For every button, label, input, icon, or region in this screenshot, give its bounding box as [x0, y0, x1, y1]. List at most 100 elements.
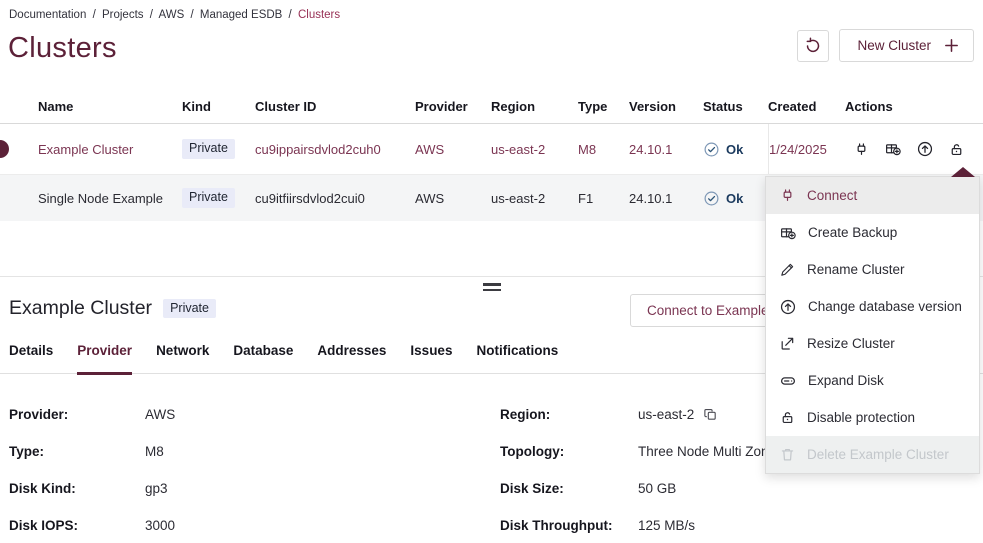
column-header-kind: Kind: [182, 89, 255, 123]
backup-box-icon: [779, 224, 797, 242]
column-header-cluster-id: Cluster ID: [255, 89, 415, 123]
type-value: F1: [578, 175, 629, 221]
table-row[interactable]: Example Cluster Private cu9ippairsdvlod2…: [0, 124, 983, 175]
column-header-actions: Actions: [845, 89, 983, 123]
menu-item-label: Delete Example Cluster: [807, 447, 949, 462]
kind-badge: Private: [182, 139, 235, 159]
unlock-icon: [779, 409, 796, 426]
menu-item-label: Expand Disk: [808, 373, 884, 388]
cluster-name-link[interactable]: Single Node Example: [38, 175, 182, 221]
provider-value: AWS: [415, 124, 491, 174]
breadcrumb-separator: /: [289, 9, 292, 21]
menu-item-change-database-version[interactable]: Change database version: [766, 288, 979, 325]
tab-details[interactable]: Details: [9, 343, 53, 373]
field-label-provider: Provider:: [9, 402, 145, 426]
field-value-provider: AWS: [145, 402, 500, 426]
menu-item-rename-cluster[interactable]: Rename Cluster: [766, 251, 979, 288]
field-value-type: M8: [145, 439, 500, 463]
field-value-region: us-east-2: [638, 407, 694, 422]
field-label-type: Type:: [9, 439, 145, 463]
clusters-page: Documentation / Projects / AWS / Managed…: [0, 0, 983, 543]
cluster-name-link[interactable]: Example Cluster: [38, 124, 182, 174]
kebab-menu-icon[interactable]: [979, 141, 983, 157]
tab-issues[interactable]: Issues: [410, 343, 452, 373]
arrow-up-circle-icon: [779, 298, 797, 316]
field-label-disk-size: Disk Size:: [500, 476, 638, 500]
copy-icon[interactable]: [703, 407, 718, 422]
new-cluster-label: New Cluster: [857, 38, 931, 53]
field-value-disk-size: 50 GB: [638, 476, 983, 500]
field-value-disk-kind: gp3: [145, 476, 500, 500]
breadcrumb-item[interactable]: AWS: [158, 9, 184, 21]
refresh-icon: [804, 37, 822, 55]
tab-notifications[interactable]: Notifications: [476, 343, 558, 373]
status-badge: Ok: [726, 142, 743, 157]
status-ok-icon: [703, 190, 720, 207]
connect-plug-icon[interactable]: [853, 141, 870, 158]
menu-item-label: Disable protection: [807, 410, 915, 425]
breadcrumb-item[interactable]: Managed ESDB: [200, 9, 282, 21]
create-backup-icon[interactable]: [884, 140, 902, 158]
menu-item-delete-cluster: Delete Example Cluster: [766, 436, 979, 473]
field-value-disk-iops: 3000: [145, 513, 500, 537]
new-cluster-button[interactable]: New Cluster: [839, 29, 974, 62]
status-ok-icon: [703, 141, 720, 158]
table-header-row: Name Kind Cluster ID Provider Region Typ…: [0, 89, 983, 124]
trash-icon: [779, 446, 796, 463]
menu-item-label: Resize Cluster: [807, 336, 895, 351]
menu-item-connect[interactable]: Connect: [766, 177, 979, 214]
field-value-disk-throughput: 125 MB/s: [638, 513, 983, 537]
breadcrumb-item[interactable]: Projects: [102, 9, 144, 21]
menu-item-resize-cluster[interactable]: Resize Cluster: [766, 325, 979, 362]
change-version-icon[interactable]: [916, 140, 934, 158]
menu-item-label: Rename Cluster: [807, 262, 905, 277]
column-header-status: Status: [703, 89, 768, 123]
column-header-name: Name: [38, 89, 182, 123]
plug-icon: [779, 187, 796, 204]
cluster-id: cu9itfiirsdvlod2cui0: [255, 175, 415, 221]
region-value: us-east-2: [491, 175, 578, 221]
field-label-disk-kind: Disk Kind:: [9, 476, 145, 500]
breadcrumb: Documentation / Projects / AWS / Managed…: [0, 0, 983, 21]
tab-provider[interactable]: Provider: [77, 343, 132, 373]
column-header-region: Region: [491, 89, 578, 123]
type-value: M8: [578, 124, 629, 174]
breadcrumb-item[interactable]: Documentation: [9, 9, 86, 21]
menu-item-expand-disk[interactable]: Expand Disk: [766, 362, 979, 399]
status-badge: Ok: [726, 191, 743, 206]
breadcrumb-separator: /: [150, 9, 153, 21]
menu-item-label: Create Backup: [808, 225, 897, 240]
field-label-topology: Topology:: [500, 439, 638, 463]
refresh-button[interactable]: [797, 30, 829, 62]
detail-panel-title: Example Cluster: [9, 297, 152, 320]
menu-item-label: Connect: [807, 188, 857, 203]
tab-database[interactable]: Database: [233, 343, 293, 373]
version-value: 24.10.1: [629, 124, 703, 174]
version-value: 24.10.1: [629, 175, 703, 221]
breadcrumb-item-current[interactable]: Clusters: [298, 9, 340, 21]
row-actions-context-menu: Connect Create Backup Rename Cluster Cha…: [765, 176, 980, 474]
plus-icon: [943, 37, 960, 54]
breadcrumb-separator: /: [190, 9, 193, 21]
field-label-region: Region:: [500, 402, 638, 426]
column-header-version: Version: [629, 89, 703, 123]
disk-icon: [779, 372, 797, 390]
region-value: us-east-2: [491, 124, 578, 174]
menu-pointer-arrow: [951, 167, 975, 177]
tab-addresses[interactable]: Addresses: [317, 343, 386, 373]
breadcrumb-separator: /: [93, 9, 96, 21]
tab-network[interactable]: Network: [156, 343, 209, 373]
cluster-id: cu9ippairsdvlod2cuh0: [255, 124, 415, 174]
protection-lock-icon[interactable]: [948, 141, 965, 158]
menu-item-label: Change database version: [808, 299, 962, 314]
pencil-icon: [779, 261, 796, 278]
column-header-created: Created: [768, 89, 845, 123]
selected-row-marker: [0, 140, 9, 158]
menu-item-disable-protection[interactable]: Disable protection: [766, 399, 979, 436]
panel-drag-handle[interactable]: [483, 283, 501, 291]
menu-item-create-backup[interactable]: Create Backup: [766, 214, 979, 251]
column-header-provider: Provider: [415, 89, 491, 123]
provider-value: AWS: [415, 175, 491, 221]
kind-badge: Private: [163, 299, 216, 319]
created-date: 1/24/2025: [768, 124, 845, 174]
